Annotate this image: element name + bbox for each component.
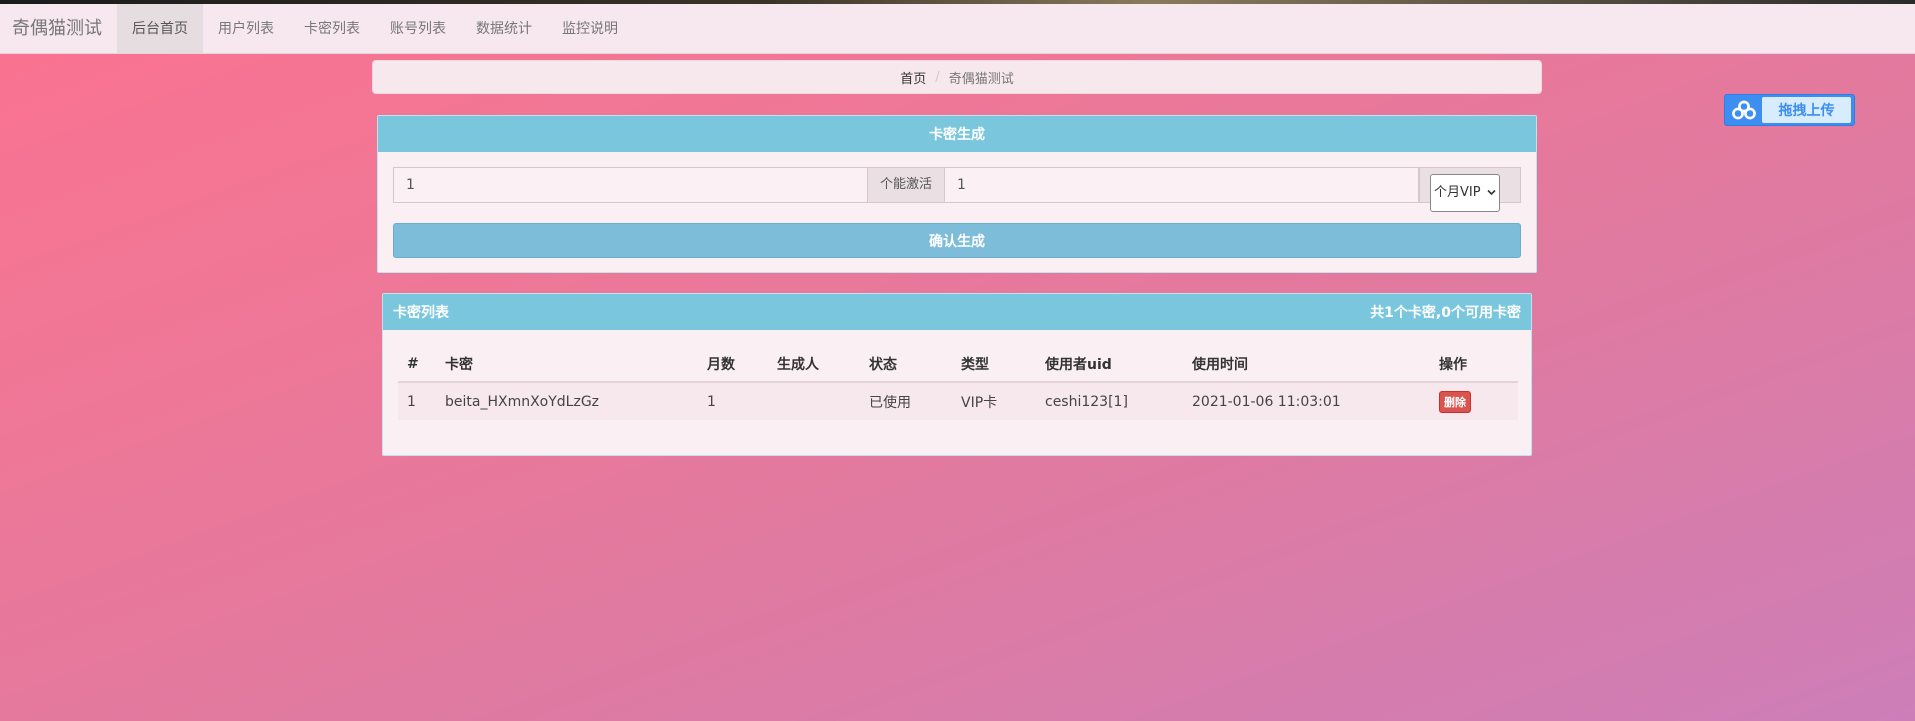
col-action: 操作: [1430, 347, 1518, 383]
drag-upload-label: 拖拽上传: [1762, 97, 1851, 123]
col-card: 卡密: [436, 347, 698, 383]
col-type: 类型: [952, 347, 1036, 383]
breadcrumb: 首页 / 奇偶猫测试: [372, 60, 1542, 94]
card-generate-panel: 卡密生成 1 个能激活 1 个月VIP 确认生成: [377, 115, 1537, 273]
cell-uid: ceshi123[1]: [1045, 393, 1128, 410]
col-time: 使用时间: [1183, 347, 1430, 383]
col-status: 状态: [860, 347, 952, 383]
cloud-icon: [1725, 95, 1762, 125]
table-row: 1 beita_HXmnXoYdLzGz 1 已使用 VIP卡 ceshi123…: [398, 382, 1518, 420]
drag-upload-button[interactable]: 拖拽上传: [1724, 94, 1855, 126]
cell-creator: [768, 382, 860, 420]
breadcrumb-separator: /: [935, 69, 940, 85]
cell-type: VIP卡: [961, 394, 998, 411]
nav-item-accounts[interactable]: 账号列表: [375, 4, 461, 53]
cell-index: 1: [407, 393, 416, 410]
table-header-row: # 卡密 月数 生成人 状态 类型 使用者uid 使用时间 操作: [398, 347, 1518, 383]
col-creator: 生成人: [768, 347, 860, 383]
months-input[interactable]: 1: [945, 167, 1420, 203]
col-index: #: [398, 347, 436, 383]
nav-item-users[interactable]: 用户列表: [203, 4, 289, 53]
card-list-title: 卡密列表: [393, 305, 449, 321]
nav-item-monitor[interactable]: 监控说明: [547, 4, 633, 53]
cell-months: 1: [707, 393, 716, 410]
cell-card: beita_HXmnXoYdLzGz: [445, 393, 600, 410]
cell-status: 已使用: [869, 394, 911, 411]
chevron-down-icon: [1487, 189, 1496, 196]
nav-item-stats[interactable]: 数据统计: [461, 4, 547, 53]
top-navbar: 奇偶猫测试 后台首页 用户列表 卡密列表 账号列表 数据统计 监控说明: [0, 4, 1915, 54]
confirm-generate-button[interactable]: 确认生成: [393, 223, 1521, 258]
card-list-summary: 共1个卡密,0个可用卡密: [1370, 305, 1521, 321]
breadcrumb-home-link[interactable]: 首页: [900, 68, 926, 87]
vip-type-selected: 个月VIP: [1434, 185, 1481, 200]
brand-title[interactable]: 奇偶猫测试: [0, 4, 117, 53]
col-uid: 使用者uid: [1036, 347, 1183, 383]
nav-item-home[interactable]: 后台首页: [117, 4, 203, 53]
card-generate-title: 卡密生成: [378, 116, 1536, 152]
type-select-addon: 个月VIP: [1419, 167, 1521, 212]
vip-type-select[interactable]: 个月VIP: [1430, 174, 1500, 212]
card-count-input[interactable]: 1: [393, 167, 867, 203]
cell-action: 删除: [1430, 382, 1518, 420]
generate-input-group: 1 个能激活 1 个月VIP: [393, 167, 1521, 212]
delete-button[interactable]: 删除: [1439, 390, 1471, 413]
activate-addon-label: 个能激活: [867, 167, 946, 203]
card-list-panel: 卡密列表 共1个卡密,0个可用卡密 # 卡密 月数 生成人 状态 类型 使用者u…: [382, 293, 1532, 456]
nav-item-cards[interactable]: 卡密列表: [289, 4, 375, 53]
card-table: # 卡密 月数 生成人 状态 类型 使用者uid 使用时间 操作 1 beita…: [398, 347, 1518, 420]
cell-time: 2021-01-06 11:03:01: [1192, 393, 1341, 410]
col-months: 月数: [698, 347, 768, 383]
card-list-header: 卡密列表 共1个卡密,0个可用卡密: [383, 294, 1531, 330]
breadcrumb-current: 奇偶猫测试: [948, 71, 1014, 87]
